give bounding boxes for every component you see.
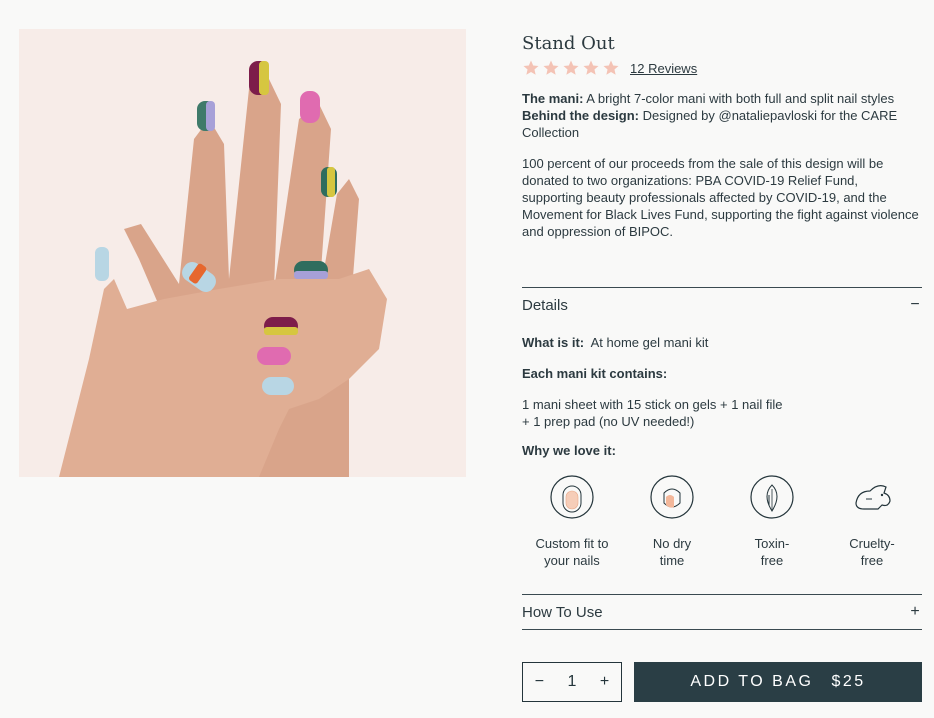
product-title: Stand Out — [522, 33, 615, 54]
add-to-bag-button[interactable]: ADD TO BAG $25 — [634, 662, 922, 702]
cruelty-free-icon — [855, 485, 891, 510]
star-icon — [583, 60, 599, 75]
feature-custom-fit: Custom fit to your nails — [522, 473, 622, 569]
plus-button[interactable]: + — [600, 673, 609, 691]
mani-label: The mani: — [522, 91, 584, 106]
no-dry-time-icon — [650, 475, 694, 519]
how-to-use-accordion: How To Use + — [522, 594, 922, 630]
custom-fit-icon — [550, 475, 594, 519]
proceeds-text: 100 percent of our proceeds from the sal… — [522, 156, 919, 239]
feature-label: your nails — [544, 553, 600, 568]
product-description: The mani: A bright 7-color mani with bot… — [522, 90, 922, 141]
expand-icon[interactable]: + — [908, 603, 922, 621]
toxin-free-icon — [750, 475, 794, 519]
collapse-icon[interactable]: − — [908, 296, 922, 314]
feature-label: Cruelty- — [849, 536, 895, 551]
how-to-use-title: How To Use — [522, 603, 603, 621]
product-image[interactable] — [19, 29, 466, 477]
feature-label: Custom fit to — [535, 536, 609, 551]
feature-label: No dry — [652, 536, 692, 551]
feature-label: time — [659, 553, 685, 568]
product-info: Stand Out 12 Reviews The mani: A bright … — [522, 32, 922, 240]
star-icon — [543, 60, 559, 75]
feature-cruelty-free: Cruelty- free — [822, 473, 922, 569]
how-to-use-header[interactable]: How To Use + — [522, 595, 922, 629]
contains-label: Each mani kit contains: — [522, 366, 668, 381]
details-title: Details — [522, 296, 568, 314]
why-label: Why we love it: — [522, 443, 616, 458]
mani-text: A bright 7-color mani with both full and… — [583, 91, 895, 106]
features-list: Custom fit to your nails No dry time Tox… — [522, 473, 922, 569]
price: $25 — [831, 673, 866, 690]
feature-label: Toxin- — [754, 536, 790, 551]
contains-line: 1 mani sheet with 15 stick on gels + 1 n… — [522, 397, 783, 412]
design-label: Behind the design: — [522, 108, 639, 123]
feature-toxin-free: Toxin- free — [722, 473, 822, 569]
what-text: At home gel mani kit — [584, 335, 709, 350]
details-accordion: Details − What is it: At home gel mani k… — [522, 287, 922, 569]
reviews-link[interactable]: 12 Reviews — [630, 61, 697, 76]
design-description: Behind the design: Designed by @nataliep… — [522, 107, 922, 141]
quantity-stepper: − 1 + — [522, 662, 622, 702]
feature-no-dry-time: No dry time — [622, 473, 722, 569]
feature-label: free — [760, 553, 784, 568]
contains-line: + 1 prep pad (no UV needed!) — [522, 414, 695, 429]
star-icon — [563, 60, 579, 75]
rating: 12 Reviews — [522, 58, 922, 78]
details-body: What is it: At home gel mani kit Each ma… — [522, 334, 922, 569]
minus-button[interactable]: − — [535, 673, 544, 691]
details-header[interactable]: Details − — [522, 288, 922, 322]
mani-description: The mani: A bright 7-color mani with bot… — [522, 90, 922, 107]
hands-illustration — [19, 29, 466, 477]
what-label: What is it: — [522, 335, 585, 350]
star-icon — [523, 60, 539, 75]
what-is-it: What is it: At home gel mani kit — [522, 334, 922, 351]
add-to-bag-label: ADD TO BAG — [690, 673, 814, 690]
star-rating — [522, 59, 620, 77]
feature-label: free — [860, 553, 884, 568]
quantity-value[interactable]: 1 — [568, 673, 577, 691]
star-icon — [603, 60, 619, 75]
contains-list: 1 mani sheet with 15 stick on gels + 1 n… — [522, 396, 922, 430]
